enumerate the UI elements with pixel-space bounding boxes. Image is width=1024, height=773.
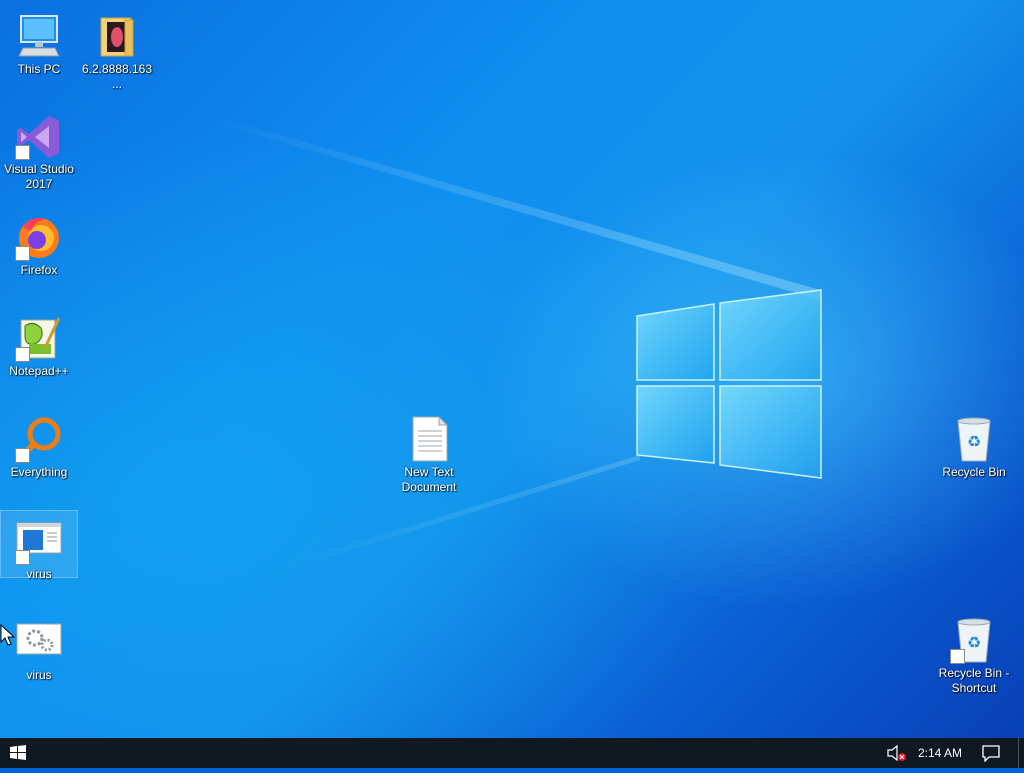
icon-label: This PC	[17, 62, 61, 76]
icon-label: virus	[26, 668, 52, 682]
icon-label: New Text Document	[401, 465, 457, 494]
notepad-plus-plus-icon	[15, 314, 63, 362]
mouse-cursor-icon	[0, 624, 16, 646]
desktop-icon-virus-1[interactable]: virus	[0, 510, 78, 581]
show-desktop-button[interactable]	[1018, 738, 1024, 768]
icon-label: Visual Studio 2017	[4, 162, 74, 191]
desktop-icon-new-text-document[interactable]: New Text Document	[391, 409, 467, 495]
shortcut-arrow-icon	[950, 649, 965, 664]
windows-logo-wallpaper	[200, 112, 822, 566]
desktop-icon-notepad-plus-plus[interactable]: Notepad++	[1, 308, 77, 379]
shortcut-arrow-icon	[15, 246, 30, 261]
icon-label: 6.2.8888.163...	[81, 62, 153, 91]
icon-label: Recycle Bin - Shortcut	[938, 666, 1010, 695]
text-document-icon	[405, 415, 453, 463]
svg-text:♻: ♻	[967, 633, 981, 652]
visual-studio-icon	[15, 112, 63, 160]
icon-label: Recycle Bin	[942, 465, 1006, 479]
taskbar-clock[interactable]: 2:14 AM	[912, 738, 968, 768]
desktop-icon-recycle-bin[interactable]: ♻ Recycle Bin	[936, 409, 1012, 480]
desktop-icon-visual-studio[interactable]: Visual Studio 2017	[1, 106, 77, 192]
desktop-icon-virus-2[interactable]: virus	[1, 612, 77, 683]
volume-muted-icon[interactable]	[886, 744, 908, 762]
shortcut-arrow-icon	[15, 347, 30, 362]
everything-search-icon	[15, 415, 63, 463]
application-window-icon	[15, 517, 63, 565]
settings-gears-icon	[15, 618, 63, 666]
shortcut-arrow-icon	[15, 550, 30, 565]
computer-icon	[15, 12, 63, 60]
shortcut-arrow-icon	[15, 145, 30, 160]
icon-label: Notepad++	[9, 364, 69, 378]
recycle-bin-icon: ♻	[950, 415, 998, 463]
recycle-bin-icon: ♻	[950, 616, 998, 664]
icon-label: virus	[26, 567, 52, 581]
folder-icon	[93, 12, 141, 60]
taskbar: 2:14 AM	[0, 738, 1024, 768]
notification-icon[interactable]	[980, 744, 1002, 763]
start-button[interactable]	[0, 738, 36, 768]
shortcut-arrow-icon	[15, 448, 30, 463]
desktop-icon-folder[interactable]: 6.2.8888.163...	[79, 6, 155, 92]
icon-label: Everything	[10, 465, 68, 479]
desktop-icon-firefox[interactable]: Firefox	[1, 207, 77, 278]
desktop-icon-everything[interactable]: Everything	[1, 409, 77, 480]
desktop-icon-recycle-bin-shortcut[interactable]: ♻ Recycle Bin - Shortcut	[936, 610, 1012, 696]
windows-logo-icon	[10, 745, 26, 760]
desktop[interactable]: This PC 6.2.8888.163... Visual Studio 20…	[0, 0, 1024, 738]
icon-label: Firefox	[20, 263, 58, 277]
firefox-icon	[15, 213, 63, 261]
svg-text:♻: ♻	[967, 432, 981, 451]
desktop-icon-this-pc[interactable]: This PC	[1, 6, 77, 77]
